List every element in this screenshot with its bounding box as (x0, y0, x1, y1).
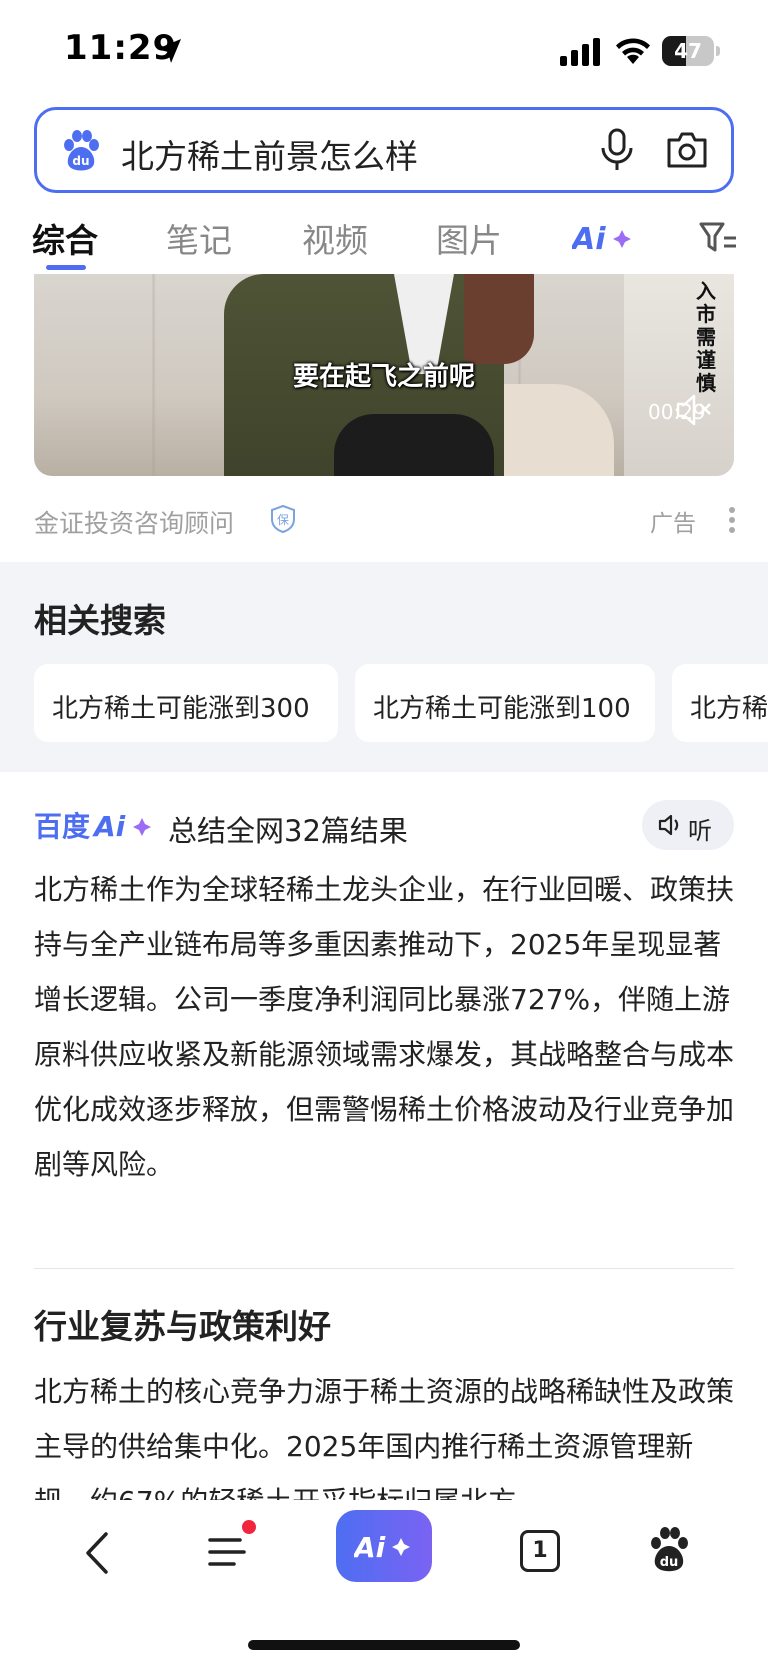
shield-badge-icon: 保 (271, 504, 295, 534)
section-title: 行业复苏与政策利好 (34, 1307, 331, 1346)
svg-text:du: du (660, 1555, 679, 1570)
video-ad[interactable]: 要在起飞之前呢 入市需谨慎 00:29 (34, 274, 734, 476)
home-indicator (248, 1640, 520, 1650)
baidu-paw-icon[interactable]: du (648, 1526, 690, 1574)
related-searches: 相关搜索 北方稀土可能涨到300 北方稀土可能涨到100 北方稀土 (0, 562, 768, 772)
listen-button[interactable]: 听 (642, 800, 734, 850)
search-bar[interactable]: du 北方稀土前景怎么样 (34, 107, 734, 193)
ai-sparkle-icon: Ai (354, 1531, 410, 1564)
ad-source-name[interactable]: 金证投资咨询顾问 (34, 504, 234, 540)
svg-text:Ai: Ai (354, 1531, 386, 1564)
bottom-toolbar: Ai 1 du (0, 1500, 768, 1663)
camera-icon[interactable] (665, 130, 709, 170)
signal-icon (560, 38, 600, 66)
ai-summary-body: 北方稀土作为全球轻稀土龙头企业，在行业回暖、政策扶持与全产业链布局等多重因素推动… (34, 873, 735, 1181)
filter-icon[interactable] (698, 220, 738, 256)
status-bar: 11:29 47 (0, 0, 768, 100)
chevron-left-icon[interactable] (80, 1530, 114, 1576)
result-tabs: 综合 笔记 视频 图片 Ai (0, 208, 768, 274)
tab-ai[interactable]: Ai (572, 218, 636, 258)
baidu-paw-icon: du (64, 130, 99, 171)
tab-count-button[interactable]: 1 (520, 1530, 560, 1572)
svg-text:Ai: Ai (92, 810, 126, 843)
menu-lines-icon[interactable] (206, 1530, 252, 1574)
microphone-icon[interactable] (597, 128, 637, 172)
related-searches-title: 相关搜索 (34, 601, 166, 640)
ai-summary-header: 百度 Ai 总结全网32篇结果 听 (0, 800, 768, 856)
baidu-ai-logo: 百度 Ai (34, 810, 151, 843)
tab-active-indicator (46, 265, 86, 270)
ai-summary-count: 总结全网32篇结果 (168, 814, 408, 848)
related-chip[interactable]: 北方稀土可能涨到300 (34, 664, 338, 742)
video-side-text: 入市需谨慎 (696, 279, 716, 395)
speaker-icon (658, 814, 679, 836)
more-vertical-icon[interactable] (728, 506, 736, 534)
related-chip[interactable]: 北方稀土 (672, 664, 768, 742)
listen-label: 听 (688, 817, 712, 845)
divider (34, 1268, 734, 1269)
ai-assistant-button[interactable]: Ai (336, 1510, 432, 1582)
search-input[interactable]: 北方稀土前景怎么样 (121, 130, 418, 178)
wifi-icon (616, 38, 650, 64)
svg-text:du: du (72, 154, 89, 168)
location-arrow-icon (157, 39, 181, 63)
battery-percentage: 47 (674, 39, 702, 63)
svg-text:百度: 百度 (34, 810, 90, 843)
related-chip[interactable]: 北方稀土可能涨到100 (355, 664, 655, 742)
tab-images[interactable]: 图片 (436, 214, 502, 262)
tab-comprehensive[interactable]: 综合 (32, 214, 98, 262)
tab-videos[interactable]: 视频 (302, 214, 368, 262)
ad-source-row: 金证投资咨询顾问 保 广告 (0, 496, 768, 540)
notification-dot (242, 1520, 256, 1534)
tab-notes[interactable]: 笔记 (166, 214, 232, 262)
battery-icon: 47 (662, 36, 720, 66)
section-body: 北方稀土的核心竞争力源于稀土资源的战略稀缺性及政策主导的供给集中化。2025年国… (34, 1375, 734, 1500)
video-caption: 要在起飞之前呢 (292, 362, 475, 392)
shield-badge-text: 保 (277, 513, 289, 527)
svg-text:Ai: Ai (572, 222, 606, 257)
muted-speaker-icon[interactable] (674, 392, 714, 428)
ad-label: 广告 (650, 511, 696, 537)
